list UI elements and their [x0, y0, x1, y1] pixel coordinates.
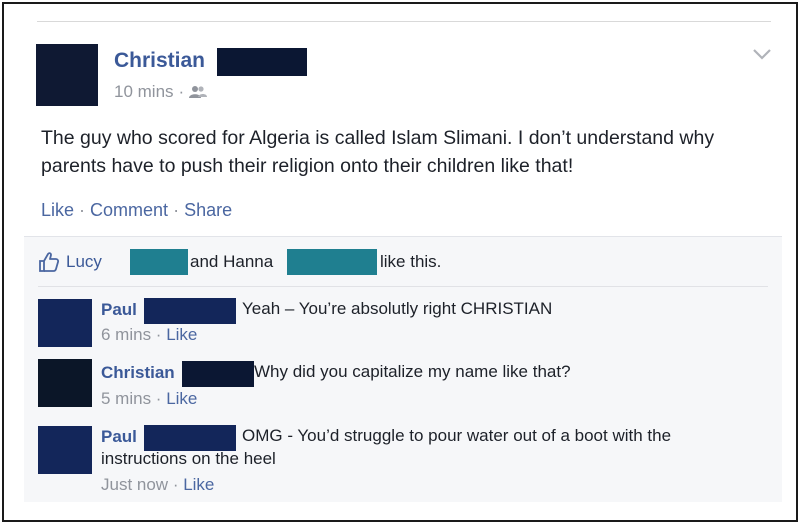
post-actions: Like · Comment · Share: [41, 200, 232, 221]
comment-like-link[interactable]: Like: [166, 325, 197, 344]
comment-author-name[interactable]: Paul: [101, 300, 137, 320]
screenshot-frame: Christian 10 mins · The guy who scored f…: [2, 2, 798, 522]
chevron-down-icon[interactable]: [751, 46, 773, 62]
avatar[interactable]: [38, 426, 92, 474]
action-separator: ·: [173, 200, 180, 220]
thumbs-up-icon: [38, 251, 60, 273]
comment-timestamp[interactable]: Just now: [101, 475, 168, 494]
avatar[interactable]: [36, 44, 98, 106]
share-link[interactable]: Share: [184, 200, 232, 220]
action-separator: ·: [79, 200, 86, 220]
likes-summary: Lucy and Hanna like this.: [38, 249, 768, 277]
redacted-surname: [130, 249, 188, 275]
comment-text-continued: instructions on the heel: [101, 449, 276, 468]
comment-meta: Just now · Like: [101, 475, 215, 494]
comment-author-name[interactable]: Christian: [101, 363, 175, 383]
avatar[interactable]: [38, 299, 92, 347]
top-divider: [37, 21, 771, 22]
facebook-post: Christian 10 mins · The guy who scored f…: [24, 28, 782, 502]
comment-meta: 6 mins · Like: [101, 325, 198, 344]
comment-like-link[interactable]: Like: [183, 475, 214, 494]
comment-link[interactable]: Comment: [90, 200, 168, 220]
redacted-surname: [144, 298, 236, 324]
comment-meta: 5 mins · Like: [101, 389, 198, 408]
post-meta: 10 mins ·: [114, 82, 208, 102]
redacted-surname: [182, 361, 254, 387]
comment-like-link[interactable]: Like: [166, 389, 197, 408]
likes-suffix: like this.: [380, 252, 442, 271]
like-link[interactable]: Like: [41, 200, 74, 220]
comment-text: Why did you capitalize my name like that…: [254, 362, 571, 381]
post-timestamp[interactable]: 10 mins: [114, 82, 174, 102]
post-text: The guy who scored for Algeria is called…: [41, 127, 715, 177]
redacted-surname: [217, 48, 307, 76]
meta-separator: ·: [178, 82, 185, 101]
likes-and-name[interactable]: and Hanna: [190, 252, 273, 272]
feedback-panel: Lucy and Hanna like this. Paul Yeah – Yo…: [24, 236, 782, 502]
comment-timestamp[interactable]: 6 mins: [101, 325, 151, 344]
comment-text: Yeah – You’re absolutly right CHRISTIAN: [242, 299, 553, 318]
avatar[interactable]: [38, 359, 92, 407]
redacted-surname: [287, 249, 377, 275]
friends-icon[interactable]: [189, 85, 208, 99]
comment-timestamp[interactable]: 5 mins: [101, 389, 151, 408]
comment-author-name[interactable]: Paul: [101, 427, 137, 447]
comment-text: OMG - You’d struggle to pour water out o…: [242, 426, 672, 445]
post-author-name[interactable]: Christian: [114, 49, 205, 73]
liker-name-1[interactable]: Lucy: [66, 252, 102, 272]
divider: [38, 286, 768, 287]
